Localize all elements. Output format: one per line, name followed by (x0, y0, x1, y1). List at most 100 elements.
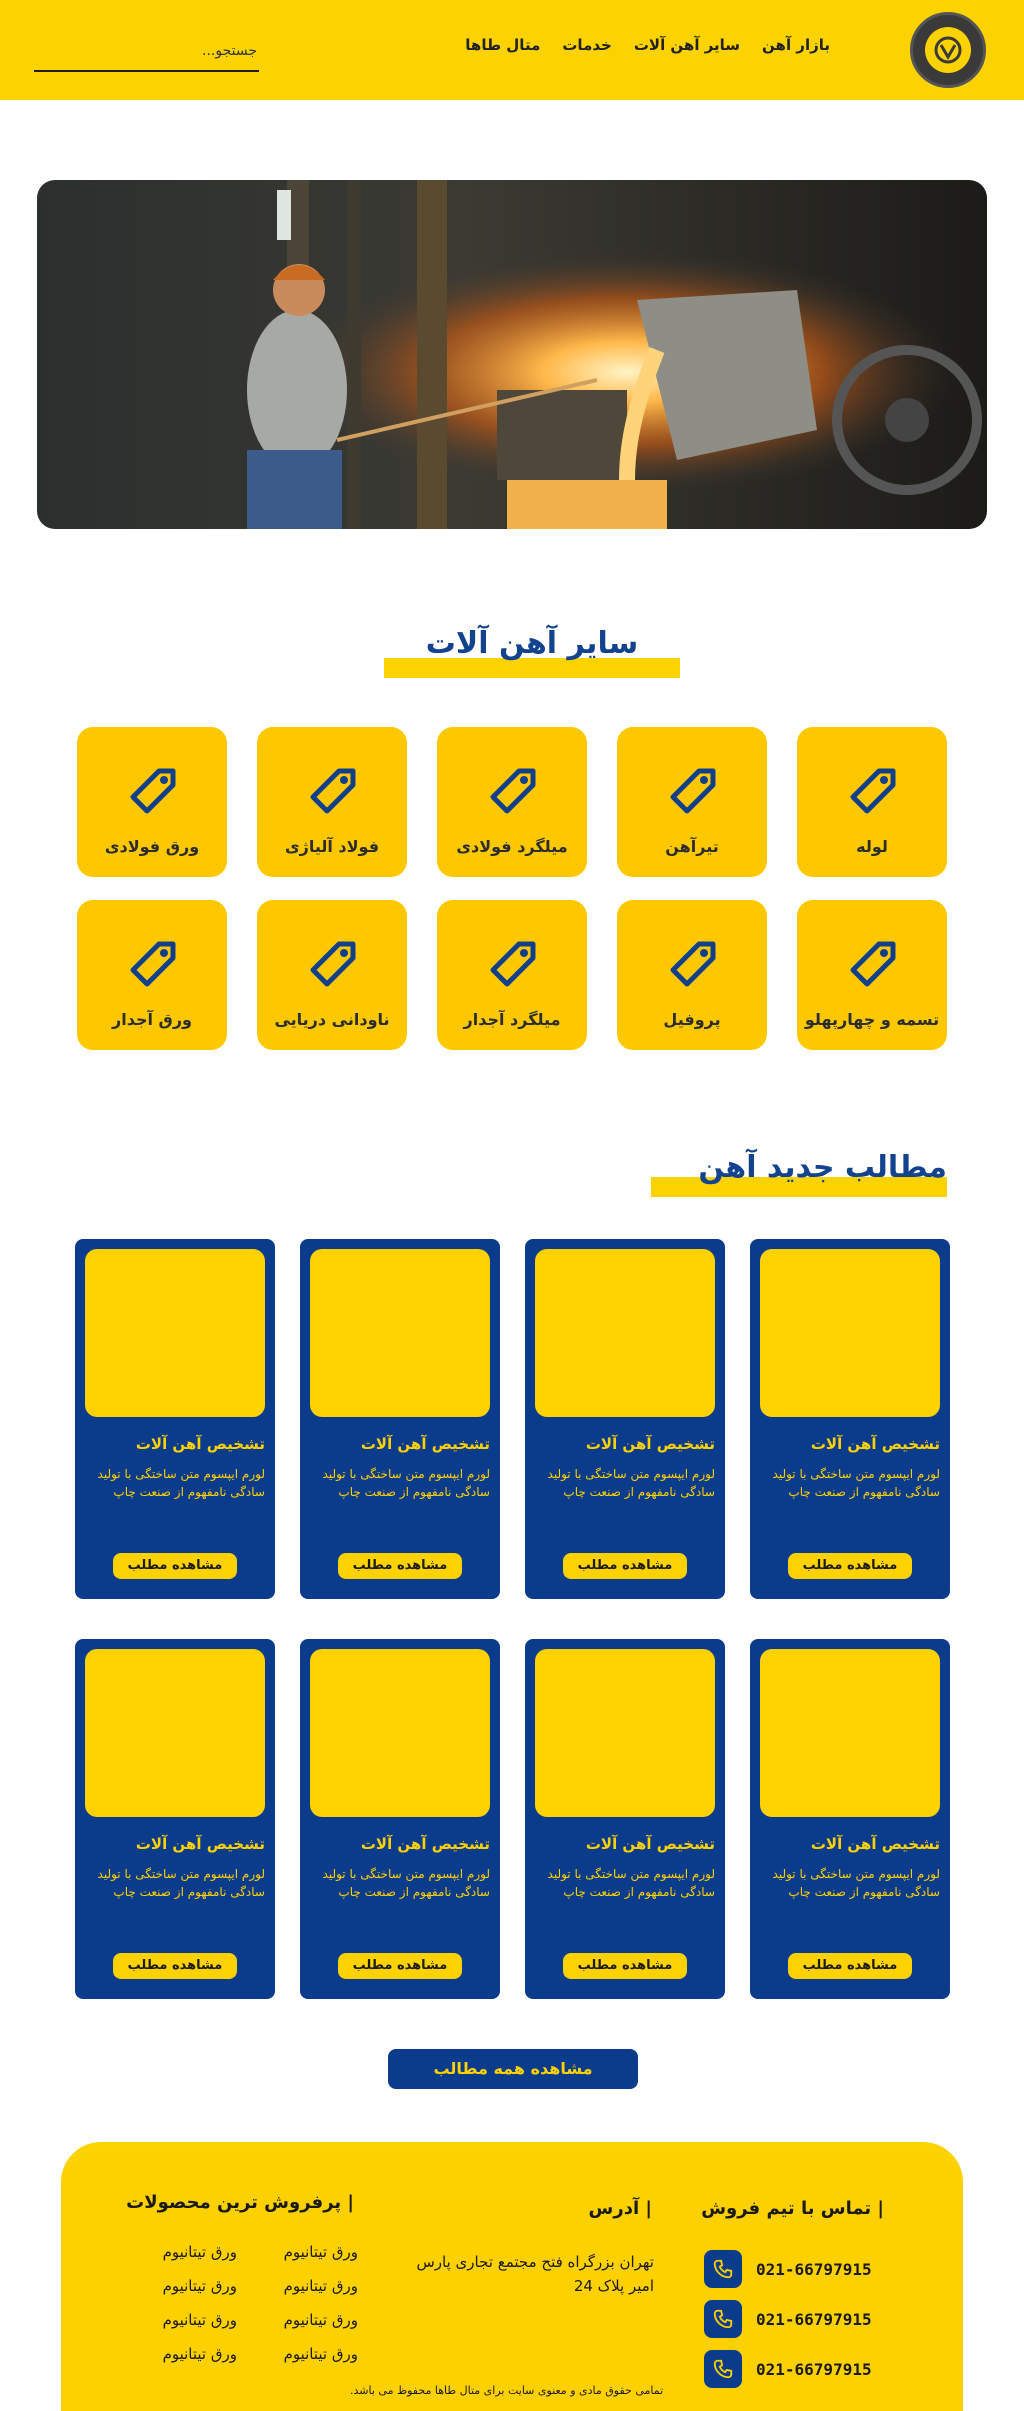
phone-row[interactable]: 021-66797915 (704, 2349, 872, 2389)
product-link[interactable]: ورق تیتانیوم (163, 2311, 237, 2329)
nav-item-services[interactable]: خدمات (562, 36, 611, 64)
product-link[interactable]: ورق تیتانیوم (284, 2277, 358, 2295)
article-thumbnail[interactable] (760, 1649, 940, 1817)
view-article-button[interactable]: مشاهده مطلب (563, 1953, 687, 1979)
article-card: تشخیص آهن آلات لورم ایپسوم متن ساختگی با… (300, 1239, 500, 1599)
articles-title: مطالب جدید آهن (698, 1150, 947, 1185)
category-label: میلگرد آجدار (463, 1010, 561, 1029)
article-thumbnail[interactable] (85, 1649, 265, 1817)
view-article-button[interactable]: مشاهده مطلب (338, 1953, 462, 1979)
category-tile[interactable]: تسمه و چهارپهلو (797, 900, 947, 1050)
article-thumbnail[interactable] (310, 1249, 490, 1417)
category-tile[interactable]: فولاد آلیاژی (257, 727, 407, 877)
article-card: تشخیص آهن آلات لورم ایپسوم متن ساختگی با… (750, 1639, 950, 1999)
tag-icon (310, 941, 356, 987)
category-label: ورق فولادی (104, 837, 200, 856)
site-logo[interactable] (910, 12, 986, 88)
contact-title: | تماس با تیم فروش (701, 2198, 884, 2219)
phone-number[interactable]: 021-66797915 (756, 2310, 872, 2329)
phone-row[interactable]: 021-66797915 (704, 2249, 872, 2289)
category-label: ناودانی دریایی (274, 1010, 390, 1029)
category-label: پروفیل (663, 1010, 721, 1029)
search-input[interactable] (34, 38, 259, 72)
address-text: تهران بزرگراه فتح مجتمع تجاری پارس امیر … (416, 2253, 654, 2295)
category-tile[interactable]: ورق فولادی (77, 727, 227, 877)
category-tile[interactable]: ورق آجدار (77, 900, 227, 1050)
product-link[interactable]: ورق تیتانیوم (284, 2243, 358, 2261)
article-title: تشخیص آهن آلات (135, 1835, 265, 1853)
category-tile[interactable]: پروفیل (617, 900, 767, 1050)
nav-item-metal-taha[interactable]: متال طاها (465, 36, 540, 64)
article-thumbnail[interactable] (85, 1249, 265, 1417)
article-title: تشخیص آهن آلات (585, 1435, 715, 1453)
article-thumbnail[interactable] (310, 1649, 490, 1817)
article-excerpt: لورم ایپسوم متن ساختگی با تولید سادگی نا… (547, 1867, 715, 1899)
view-article-button[interactable]: مشاهده مطلب (113, 1553, 237, 1579)
copyright-text: تمامی حقوق مادی و معنوی سایت برای متال ط… (350, 2384, 664, 2397)
article-title: تشخیص آهن آلات (810, 1435, 940, 1453)
site-header: بازار آهن سایر آهن آلات خدمات متال طاها (0, 0, 1024, 100)
tag-icon (310, 768, 356, 814)
view-article-button[interactable]: مشاهده مطلب (113, 1953, 237, 1979)
tag-icon (490, 768, 536, 814)
article-card: تشخیص آهن آلات لورم ایپسوم متن ساختگی با… (750, 1239, 950, 1599)
category-tile[interactable]: میلگرد فولادی (437, 727, 587, 877)
category-label: میلگرد فولادی (456, 837, 568, 856)
article-card: تشخیص آهن آلات لورم ایپسوم متن ساختگی با… (525, 1239, 725, 1599)
tag-icon (850, 941, 896, 987)
categories-title: سایر آهن آلات (425, 626, 639, 661)
article-title: تشخیص آهن آلات (360, 1435, 490, 1453)
tag-icon (850, 768, 896, 814)
article-thumbnail[interactable] (535, 1249, 715, 1417)
hero-image (37, 180, 987, 529)
article-excerpt: لورم ایپسوم متن ساختگی با تولید سادگی نا… (322, 1467, 490, 1499)
bestsellers-title: | پرفروش ترین محصولات (126, 2192, 354, 2213)
section-title-underline (384, 658, 680, 678)
category-tile[interactable]: لوله (797, 727, 947, 877)
view-article-button[interactable]: مشاهده مطلب (563, 1553, 687, 1579)
article-excerpt: لورم ایپسوم متن ساختگی با تولید سادگی نا… (547, 1467, 715, 1499)
category-label: تسمه و چهارپهلو (804, 1010, 940, 1029)
logo-emblem (925, 27, 971, 73)
nav-item-iron-market[interactable]: بازار آهن (762, 36, 830, 64)
article-card: تشخیص آهن آلات لورم ایپسوم متن ساختگی با… (525, 1639, 725, 1999)
article-excerpt: لورم ایپسوم متن ساختگی با تولید سادگی نا… (772, 1467, 940, 1499)
view-article-button[interactable]: مشاهده مطلب (788, 1953, 912, 1979)
main-nav: بازار آهن سایر آهن آلات خدمات متال طاها (465, 36, 830, 64)
tag-icon (130, 768, 176, 814)
article-thumbnail[interactable] (760, 1249, 940, 1417)
article-title: تشخیص آهن آلات (810, 1835, 940, 1853)
phone-icon (704, 2300, 742, 2338)
view-all-articles-button[interactable]: مشاهده همه مطالب (388, 2049, 638, 2089)
article-card: تشخیص آهن آلات لورم ایپسوم متن ساختگی با… (75, 1639, 275, 1999)
category-tile[interactable]: تیرآهن (617, 727, 767, 877)
product-link[interactable]: ورق تیتانیوم (284, 2311, 358, 2329)
foundry-worker-illustration (37, 180, 987, 529)
product-link[interactable]: ورق تیتانیوم (163, 2243, 237, 2261)
category-tile[interactable]: میلگرد آجدار (437, 900, 587, 1050)
category-label: تیرآهن (665, 837, 719, 856)
tag-icon (670, 941, 716, 987)
category-tile[interactable]: ناودانی دریایی (257, 900, 407, 1050)
tag-icon (130, 941, 176, 987)
category-label: لوله (856, 837, 888, 856)
view-article-button[interactable]: مشاهده مطلب (788, 1553, 912, 1579)
phone-icon (704, 2250, 742, 2288)
article-excerpt: لورم ایپسوم متن ساختگی با تولید سادگی نا… (772, 1867, 940, 1899)
article-excerpt: لورم ایپسوم متن ساختگی با تولید سادگی نا… (97, 1867, 265, 1899)
product-link[interactable]: ورق تیتانیوم (163, 2277, 237, 2295)
tag-icon (490, 941, 536, 987)
phone-row[interactable]: 021-66797915 (704, 2299, 872, 2339)
product-link[interactable]: ورق تیتانیوم (284, 2345, 358, 2363)
address-title: | آدرس (588, 2198, 652, 2219)
phone-number[interactable]: 021-66797915 (756, 2260, 872, 2279)
phone-number[interactable]: 021-66797915 (756, 2360, 872, 2379)
article-thumbnail[interactable] (535, 1649, 715, 1817)
view-article-button[interactable]: مشاهده مطلب (338, 1553, 462, 1579)
nav-item-other-iron[interactable]: سایر آهن آلات (634, 36, 740, 64)
product-link[interactable]: ورق تیتانیوم (163, 2345, 237, 2363)
article-excerpt: لورم ایپسوم متن ساختگی با تولید سادگی نا… (97, 1467, 265, 1499)
category-label: ورق آجدار (112, 1010, 192, 1029)
tag-icon (670, 768, 716, 814)
category-label: فولاد آلیاژی (284, 837, 380, 856)
